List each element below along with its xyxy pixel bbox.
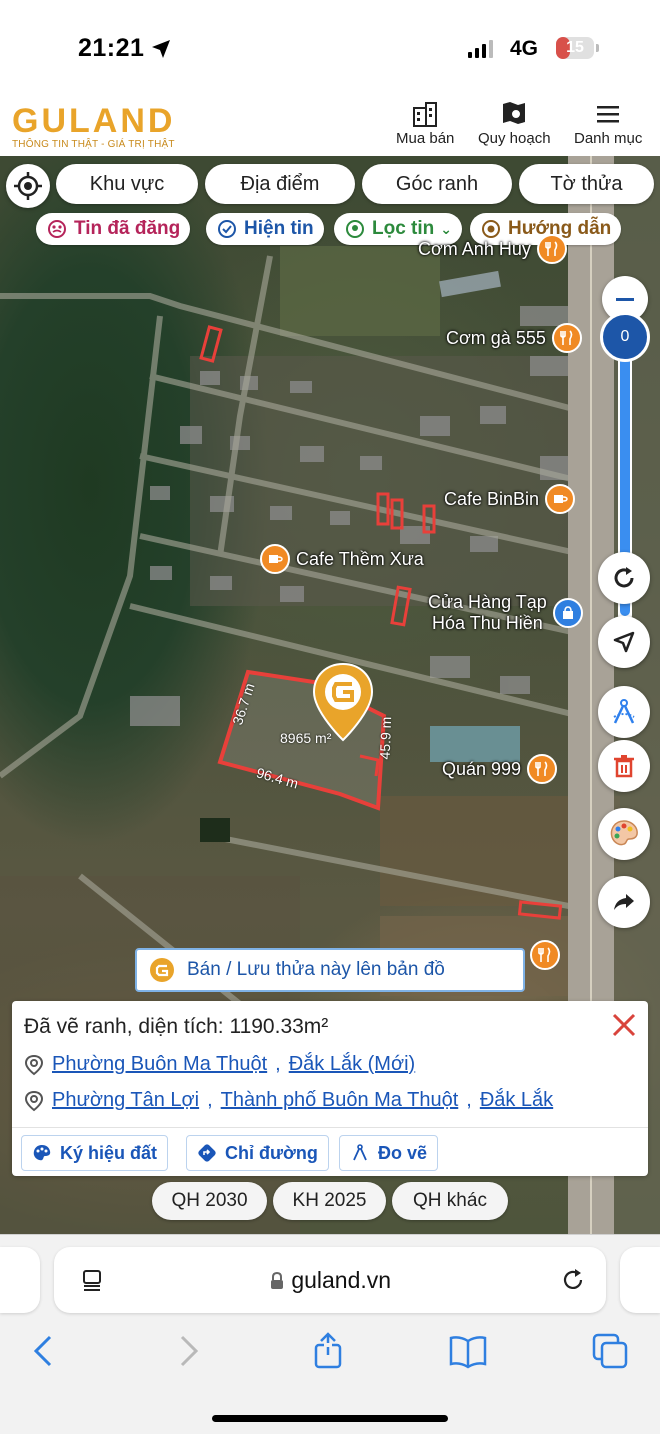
- navigation-arrow-icon: [613, 631, 635, 653]
- map-view[interactable]: Khu vực Địa điểm Góc ranh Tờ thửa Tin đã…: [0, 156, 660, 1234]
- minus-icon: [616, 298, 634, 301]
- chip-tin-da-dang[interactable]: Tin đã đăng: [36, 213, 191, 245]
- shop-bag-icon: [552, 598, 583, 628]
- share-icon[interactable]: [308, 1331, 348, 1371]
- clock: 21:21: [78, 34, 145, 62]
- guland-coin-icon: [150, 958, 174, 982]
- link-phuong-buon-ma-thuot[interactable]: Phường Buôn Ma Thuột: [52, 1053, 267, 1076]
- poi-com-ga-555[interactable]: Cơm gà 555: [446, 323, 582, 353]
- restaurant-icon: [536, 234, 567, 264]
- posted-icon: [46, 218, 68, 240]
- directions-icon: [198, 1144, 216, 1162]
- measure-button[interactable]: Đo vẽ: [339, 1135, 439, 1171]
- guland-logo[interactable]: GULAND THÔNG TIN THẬT - GIÁ TRỊ THẬT: [12, 102, 175, 150]
- edge-length-right: 45.9 m: [376, 716, 395, 760]
- battery-icon: 15: [556, 37, 599, 59]
- poi-cafe-binbin[interactable]: Cafe BinBin: [444, 484, 576, 514]
- forward-icon[interactable]: [168, 1331, 208, 1371]
- status-bar: 21:21 4G 15: [0, 0, 660, 96]
- chip-hien-tin[interactable]: Hiện tin: [206, 213, 324, 245]
- refresh-icon: [614, 567, 634, 588]
- cafe-icon: [260, 544, 290, 574]
- land-symbol-button[interactable]: Ký hiệu đất: [21, 1135, 169, 1171]
- poi-restaurant-unnamed[interactable]: [530, 940, 560, 970]
- zoom-handle[interactable]: 0: [600, 312, 650, 362]
- palette-icon: [33, 1145, 51, 1161]
- plot-info-card: Đã vẽ ranh, diện tích: 1190.33m² Phường …: [12, 1001, 648, 1176]
- link-tp-buon-ma-thuot[interactable]: Thành phố Buôn Ma Thuột: [221, 1089, 459, 1112]
- color-palette-button[interactable]: [598, 808, 650, 860]
- browser-toolbar: guland.vn: [0, 1234, 660, 1434]
- link-dak-lak-moi[interactable]: Đắk Lắk (Mới): [289, 1053, 415, 1076]
- tab-qh-2030[interactable]: QH 2030: [152, 1182, 267, 1220]
- pin-icon: [344, 218, 366, 240]
- nav-quy-hoach[interactable]: Quy hoạch: [478, 100, 551, 147]
- compass-draw-icon: [353, 1144, 367, 1161]
- palette-icon: [610, 820, 638, 846]
- home-indicator: [212, 1415, 448, 1422]
- back-icon[interactable]: [24, 1331, 64, 1371]
- compass-draw-icon: [613, 699, 635, 724]
- nav-mua-ban[interactable]: Mua bán: [396, 100, 454, 147]
- filter-goc-ranh[interactable]: Góc ranh: [362, 164, 512, 204]
- plot-area-title: Đã vẽ ranh, diện tích: 1190.33m²: [24, 1015, 329, 1038]
- filter-dia-diem[interactable]: Địa điểm: [205, 164, 355, 204]
- lock-icon: [270, 1271, 283, 1289]
- poi-quan-999[interactable]: Quán 999: [442, 754, 558, 784]
- poi-com-anh-huy[interactable]: Cơm Anh Huy: [418, 234, 567, 264]
- building-icon: [413, 102, 438, 127]
- link-dak-lak[interactable]: Đắk Lắk: [480, 1089, 553, 1112]
- crosshair-icon: [14, 172, 42, 200]
- trash-icon: [614, 755, 634, 778]
- previous-tab-preview[interactable]: [0, 1247, 40, 1313]
- address-bar[interactable]: guland.vn: [54, 1247, 606, 1313]
- check-circle-icon: [216, 218, 238, 240]
- poi-cafe-them-xua[interactable]: Cafe Thềm Xưa: [260, 544, 424, 574]
- navigate-button[interactable]: [598, 616, 650, 668]
- parcel-area-label: 8965 m²: [280, 730, 332, 746]
- restaurant-icon: [530, 940, 560, 970]
- poi-tap-hoa-thu-hien[interactable]: Cửa Hàng Tạp Hóa Thu Hiền: [428, 592, 583, 634]
- share-button[interactable]: [598, 876, 650, 928]
- refresh-button[interactable]: [598, 552, 650, 604]
- locate-me-button[interactable]: [6, 164, 50, 208]
- address-old: Phường Tân Lợi, Thành phố Buôn Ma Thuột,…: [24, 1089, 553, 1112]
- sell-save-plot-button[interactable]: Bán / Lưu thửa này lên bản đồ: [135, 948, 525, 992]
- map-pin-icon: [24, 1090, 44, 1111]
- close-icon[interactable]: [608, 1009, 640, 1041]
- tab-qh-khac[interactable]: QH khác: [392, 1182, 508, 1220]
- network-type: 4G: [510, 37, 539, 60]
- restaurant-icon: [527, 754, 558, 784]
- app-header: GULAND THÔNG TIN THẬT - GIÁ TRỊ THẬT Mua…: [0, 96, 660, 156]
- tabs-icon[interactable]: [590, 1331, 630, 1371]
- signal-icon: [468, 40, 493, 58]
- address-new: Phường Buôn Ma Thuột, Đắk Lắk (Mới): [24, 1053, 415, 1076]
- link-phuong-tan-loi[interactable]: Phường Tân Lợi: [52, 1089, 199, 1112]
- share-arrow-icon: [614, 894, 634, 910]
- next-tab-preview[interactable]: [620, 1247, 660, 1313]
- menu-icon: [597, 106, 620, 123]
- restaurant-icon: [551, 323, 582, 353]
- draw-tool-button[interactable]: [598, 686, 650, 738]
- url-text: guland.vn: [291, 1267, 392, 1293]
- map-pin-icon: [24, 1054, 44, 1075]
- delete-button[interactable]: [598, 740, 650, 792]
- filter-khu-vuc[interactable]: Khu vực: [56, 164, 198, 204]
- map-search-icon: [503, 102, 526, 124]
- location-arrow-icon: [152, 40, 170, 58]
- bookmarks-icon[interactable]: [448, 1331, 488, 1371]
- directions-button[interactable]: Chỉ đường: [186, 1135, 329, 1171]
- filter-to-thua[interactable]: Tờ thửa: [519, 164, 654, 204]
- nav-danh-muc[interactable]: Danh mục: [574, 100, 642, 147]
- cafe-icon: [545, 484, 576, 514]
- zoom-slider[interactable]: 0: [600, 276, 650, 666]
- tab-kh-2025[interactable]: KH 2025: [273, 1182, 386, 1220]
- reload-icon[interactable]: [560, 1267, 586, 1293]
